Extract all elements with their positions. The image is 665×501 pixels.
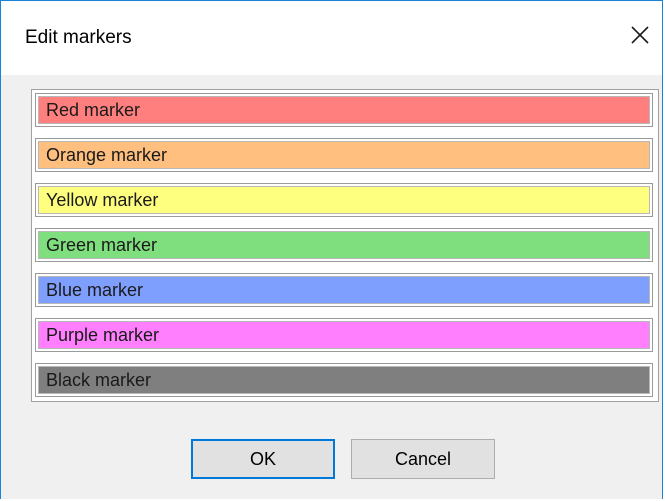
- marker-swatch-blue: Blue marker: [38, 276, 650, 304]
- marker-row-green[interactable]: Green marker: [35, 228, 653, 262]
- marker-label-red: Red marker: [46, 100, 141, 120]
- marker-label-green: Green marker: [46, 235, 158, 255]
- marker-label-yellow: Yellow marker: [46, 190, 159, 210]
- marker-swatch-purple: Purple marker: [38, 321, 650, 349]
- title-bar: Edit markers: [1, 1, 662, 75]
- close-button[interactable]: [620, 17, 660, 53]
- dialog-body: Red marker Orange marker Yellow marker G…: [1, 75, 662, 499]
- marker-swatch-red: Red marker: [38, 96, 650, 124]
- marker-row-red[interactable]: Red marker: [35, 93, 653, 127]
- marker-swatch-green: Green marker: [38, 231, 650, 259]
- cancel-button[interactable]: Cancel: [351, 439, 495, 479]
- marker-label-black: Black marker: [46, 370, 152, 390]
- marker-list: Red marker Orange marker Yellow marker G…: [31, 89, 659, 402]
- edit-markers-dialog: Edit markers Red marker Orange marker Ye…: [0, 0, 663, 499]
- marker-row-black[interactable]: Black marker: [35, 363, 653, 397]
- marker-row-purple[interactable]: Purple marker: [35, 318, 653, 352]
- ok-button-label: OK: [249, 448, 276, 469]
- marker-row-blue[interactable]: Blue marker: [35, 273, 653, 307]
- marker-label-blue: Blue marker: [46, 280, 144, 300]
- marker-label-purple: Purple marker: [46, 325, 160, 345]
- cancel-button-label: Cancel: [394, 448, 452, 469]
- marker-row-yellow[interactable]: Yellow marker: [35, 183, 653, 217]
- ok-button[interactable]: OK: [191, 439, 335, 479]
- marker-swatch-black: Black marker: [38, 366, 650, 394]
- marker-row-orange[interactable]: Orange marker: [35, 138, 653, 172]
- marker-swatch-yellow: Yellow marker: [38, 186, 650, 214]
- marker-label-orange: Orange marker: [46, 145, 168, 165]
- close-icon: [631, 26, 649, 44]
- marker-swatch-orange: Orange marker: [38, 141, 650, 169]
- dialog-title: Edit markers: [25, 27, 132, 48]
